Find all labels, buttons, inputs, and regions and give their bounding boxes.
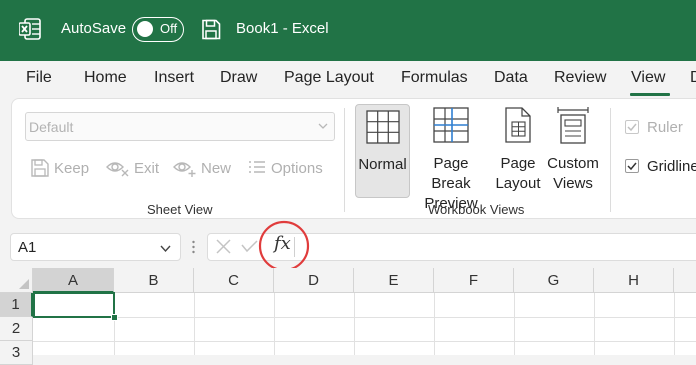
group-divider: [344, 108, 345, 212]
sheet-view-value: Default: [29, 119, 74, 135]
keep-save-icon: [31, 159, 49, 177]
tab-page-layout[interactable]: Page Layout: [284, 69, 374, 87]
column-header-partial[interactable]: [674, 268, 696, 293]
tab-home[interactable]: Home: [84, 69, 127, 87]
keep-button[interactable]: Keep: [30, 157, 89, 179]
resize-handle-icon[interactable]: [192, 240, 195, 254]
toggle-knob: [137, 21, 153, 37]
page-break-label-1: Page Break: [431, 155, 471, 192]
custom-views-button[interactable]: Custom Views: [545, 104, 601, 198]
ruler-label: Ruler: [647, 119, 683, 136]
title-bar: AutoSave Off Book1 - Excel: [0, 0, 696, 61]
autosave-toggle[interactable]: Off: [132, 17, 184, 42]
select-all-icon: [19, 279, 29, 289]
chevron-down-icon: [318, 123, 328, 129]
options-button[interactable]: Options: [247, 157, 323, 179]
column-header-e[interactable]: E: [354, 268, 434, 293]
sheet-view-dropdown[interactable]: Default: [25, 112, 335, 141]
gridline: [33, 317, 696, 318]
tab-data[interactable]: Data: [494, 69, 528, 87]
tab-view[interactable]: View: [631, 69, 665, 87]
page-break-icon: [433, 107, 469, 143]
highlight-circle-annotation: [258, 220, 310, 272]
name-box-value: A1: [18, 239, 37, 256]
gridline: [274, 293, 275, 355]
row-header-2[interactable]: 2: [0, 317, 33, 341]
column-header-b[interactable]: B: [114, 268, 194, 293]
normal-view-button[interactable]: Normal: [355, 104, 410, 198]
ruler-checkbox[interactable]: [625, 120, 639, 134]
cancel-icon[interactable]: [215, 238, 232, 255]
page-layout-button[interactable]: Page Layout: [494, 104, 542, 198]
new-eye-icon: [173, 162, 196, 177]
column-header-d[interactable]: D: [274, 268, 354, 293]
custom-views-label-2: Views: [553, 175, 593, 192]
sheet-view-group-label: Sheet View: [147, 202, 213, 217]
custom-views-icon: [557, 107, 589, 144]
column-header-g[interactable]: G: [514, 268, 594, 293]
page-layout-label-1: Page: [500, 155, 536, 172]
gridlines-checkbox[interactable]: [625, 159, 639, 173]
active-cell-a1[interactable]: [33, 292, 115, 318]
name-box[interactable]: A1: [10, 233, 181, 261]
page-layout-label-2: Layout: [495, 175, 541, 192]
column-header-f[interactable]: F: [434, 268, 514, 293]
exit-button[interactable]: Exit: [106, 157, 159, 179]
workbook-views-group-label: Workbook Views: [428, 202, 525, 217]
page-break-preview-button[interactable]: Page Break Preview: [413, 104, 489, 212]
tab-review[interactable]: Review: [554, 69, 606, 87]
autosave-state: Off: [160, 21, 178, 36]
gridline: [674, 293, 675, 355]
document-title: Book1 - Excel: [236, 20, 329, 37]
exit-label: Exit: [134, 159, 160, 177]
ribbon-tabs: File Home Insert Draw Page Layout Formul…: [0, 61, 696, 97]
formula-divider: [294, 237, 295, 257]
tab-developer[interactable]: D: [690, 69, 696, 87]
checkmark-icon: [627, 123, 637, 132]
tab-draw[interactable]: Draw: [220, 69, 257, 87]
column-header-a[interactable]: A: [33, 268, 114, 293]
tab-formulas[interactable]: Formulas: [401, 69, 468, 87]
page-layout-icon: [505, 107, 531, 143]
gridlines-label: Gridlines: [647, 158, 696, 175]
select-all-corner[interactable]: [0, 268, 33, 293]
gridline: [194, 293, 195, 355]
column-header-c[interactable]: C: [194, 268, 274, 293]
gridline: [434, 293, 435, 355]
group-divider: [610, 108, 611, 212]
fill-handle[interactable]: [111, 314, 118, 321]
gridline: [33, 341, 696, 342]
column-header-h[interactable]: H: [594, 268, 674, 293]
options-label: Options: [271, 159, 323, 177]
checkmark-icon: [627, 162, 637, 171]
new-label: New: [201, 159, 232, 177]
new-button[interactable]: New: [173, 157, 231, 179]
custom-views-label-1: Custom: [547, 155, 599, 172]
tab-file[interactable]: File: [26, 69, 52, 87]
normal-label: Normal: [358, 156, 407, 173]
chevron-down-icon: [160, 245, 171, 253]
options-list-icon: [249, 161, 265, 173]
save-icon[interactable]: [201, 19, 221, 40]
tab-insert[interactable]: Insert: [154, 69, 194, 87]
excel-logo-icon: [19, 18, 41, 40]
active-tab-indicator: [630, 93, 670, 96]
row-header-3[interactable]: 3: [0, 341, 33, 365]
gridline: [354, 293, 355, 355]
gridline: [594, 293, 595, 355]
row-header-1[interactable]: 1: [0, 293, 33, 317]
exit-eye-icon: [106, 162, 129, 177]
gridline: [514, 293, 515, 355]
keep-label: Keep: [54, 159, 90, 177]
normal-grid-icon: [365, 110, 400, 144]
autosave-label: AutoSave: [61, 20, 127, 37]
